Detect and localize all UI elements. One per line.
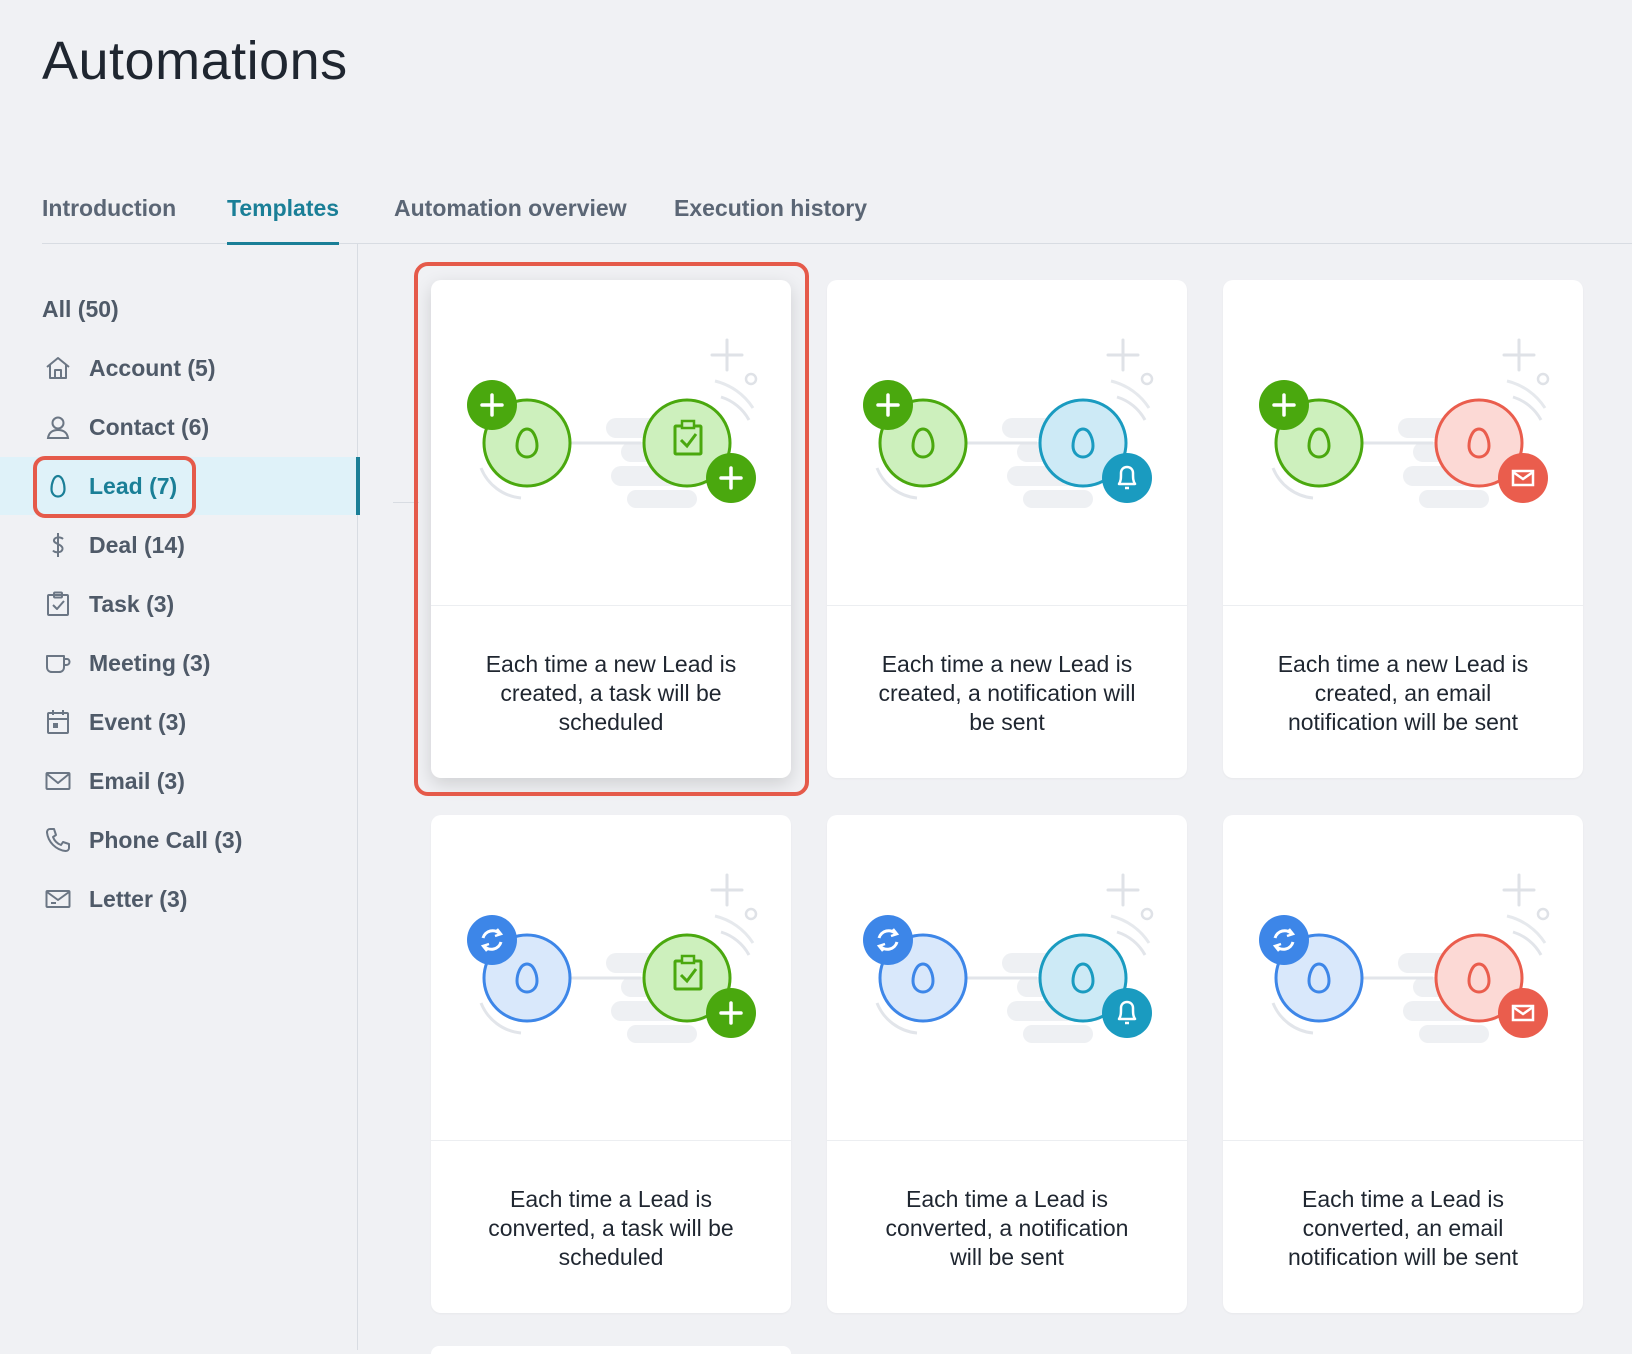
template-card[interactable]: Each time a new Lead is created, a notif… (827, 280, 1187, 778)
card-divider (827, 605, 1187, 606)
template-card[interactable]: Each time a Lead is converted, an email … (1223, 815, 1583, 1313)
convert-badge-icon (467, 915, 517, 965)
sidebar-item-label: All (50) (42, 295, 119, 322)
category-sidebar: All (50) Account (5) Contact (6) Lead (7… (0, 244, 360, 1350)
template-card[interactable]: Each time a Lead is converted, a task wi… (431, 815, 791, 1313)
plus-decoration-icon (1502, 338, 1536, 372)
template-card[interactable]: Each time a new Lead is created, an emai… (1223, 280, 1583, 778)
sidebar-item-task[interactable]: Task (3) (0, 575, 356, 633)
sidebar-item-label: Meeting (3) (89, 649, 211, 676)
sidebar-item-label: Task (3) (89, 590, 175, 617)
plus-decoration-icon (1106, 873, 1140, 907)
plus-badge-icon (863, 380, 913, 430)
plus-badge-icon (706, 988, 756, 1038)
plus-decoration-icon (710, 873, 744, 907)
sidebar-item-deal[interactable]: Deal (14) (0, 516, 356, 574)
sidebar-item-event[interactable]: Event (3) (0, 693, 356, 751)
template-description: Each time a Lead is converted, a notific… (885, 1186, 1129, 1270)
convert-badge-icon (1259, 915, 1309, 965)
template-illustration (431, 815, 791, 1140)
template-description: Each time a Lead is converted, an email … (1287, 1186, 1519, 1270)
tab-bar: Introduction Templates Automation overvi… (42, 185, 1632, 245)
dollar-icon (44, 531, 72, 559)
template-description: Each time a new Lead is created, an emai… (1277, 651, 1529, 735)
card-highlight-annotation (414, 262, 809, 796)
envelope-badge-icon (1498, 988, 1548, 1038)
tab-introduction[interactable]: Introduction (42, 195, 176, 242)
tab-execution-history[interactable]: Execution history (674, 195, 867, 242)
tab-templates[interactable]: Templates (227, 195, 340, 245)
lead-highlight-annotation (33, 456, 196, 518)
envelope-badge-icon (1498, 453, 1548, 503)
sidebar-item-label: Deal (14) (89, 531, 185, 558)
sidebar-item-phone-call[interactable]: Phone Call (3) (0, 811, 356, 869)
template-description: Each time a new Lead is created, a notif… (878, 651, 1136, 735)
sidebar-item-label: Letter (3) (89, 885, 188, 912)
card-divider (1223, 1140, 1583, 1141)
convert-badge-icon (863, 915, 913, 965)
template-illustration (827, 280, 1187, 605)
tab-automation-overview[interactable]: Automation overview (394, 195, 627, 242)
sidebar-item-label: Email (3) (89, 767, 185, 794)
card-divider (431, 1140, 791, 1141)
sidebar-item-email[interactable]: Email (3) (0, 752, 356, 810)
card-divider (1223, 605, 1583, 606)
next-row-card-edge (431, 1346, 791, 1354)
mug-icon (44, 649, 72, 677)
sidebar-item-label: Account (5) (89, 354, 216, 381)
sidebar-item-label: Phone Call (3) (89, 826, 243, 853)
plus-decoration-icon (1502, 873, 1536, 907)
sidebar-item-meeting[interactable]: Meeting (3) (0, 634, 356, 692)
home-icon (44, 354, 72, 382)
template-illustration (1223, 280, 1583, 605)
card-divider (827, 1140, 1187, 1141)
template-description: Each time a Lead is converted, a task wi… (488, 1186, 734, 1270)
sidebar-item-label: Event (3) (89, 708, 187, 735)
bell-badge-icon (1102, 988, 1152, 1038)
person-icon (44, 413, 72, 441)
template-card[interactable]: Each time a Lead is converted, a notific… (827, 815, 1187, 1313)
sidebar-item-contact[interactable]: Contact (6) (0, 398, 356, 456)
sidebar-item-letter[interactable]: Letter (3) (0, 870, 356, 928)
sidebar-item-all[interactable]: All (50) (0, 280, 356, 338)
plus-badge-icon (1259, 380, 1309, 430)
letter-icon (44, 885, 72, 913)
bell-badge-icon (1102, 453, 1152, 503)
clipboard-check-icon (44, 590, 72, 618)
calendar-icon (44, 708, 72, 736)
envelope-icon (44, 767, 72, 795)
plus-decoration-icon (1106, 338, 1140, 372)
template-illustration (827, 815, 1187, 1140)
sidebar-item-label: Contact (6) (89, 413, 210, 440)
template-illustration (1223, 815, 1583, 1140)
sidebar-item-account[interactable]: Account (5) (0, 339, 356, 397)
page-title: Automations (42, 31, 348, 91)
phone-icon (44, 826, 72, 854)
